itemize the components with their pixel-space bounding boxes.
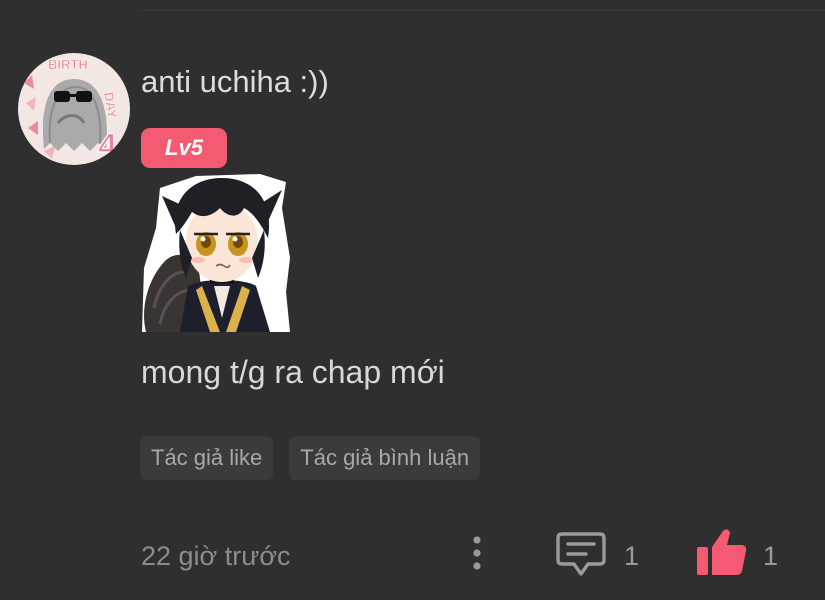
comment-sticker[interactable]: [140, 168, 302, 332]
comment-icon: [556, 532, 606, 576]
avatar-decor-letters: BIRTH: [48, 57, 88, 72]
avatar-decor-number: 4: [98, 127, 117, 165]
username[interactable]: anti uchiha :)): [141, 62, 329, 102]
reply-count: 1: [624, 541, 640, 571]
tag-author-like: Tác giả like: [140, 436, 274, 480]
level-badge: Lv5: [141, 128, 227, 168]
user-avatar[interactable]: BIRTH DAY 4: [18, 53, 130, 165]
thumbs-up-icon: [697, 529, 747, 575]
tag-author-comment: Tác giả bình luận: [289, 436, 481, 480]
comment-tags: Tác giả like Tác giả bình luận: [140, 436, 481, 480]
like-count: 1: [763, 541, 779, 571]
comment-text: mong t/g ra chap mới: [141, 354, 445, 390]
comment-timestamp: 22 giờ trước: [141, 541, 291, 571]
comment-screen: BIRTH DAY 4 anti uchiha :)) Lv5 mong t/g…: [0, 0, 825, 600]
chibi-sticker-image: [142, 174, 290, 332]
divider: [140, 10, 825, 11]
avatar-image: BIRTH DAY 4: [18, 53, 130, 165]
more-options-button[interactable]: [463, 532, 491, 576]
more-vertical-icon: [473, 536, 481, 570]
